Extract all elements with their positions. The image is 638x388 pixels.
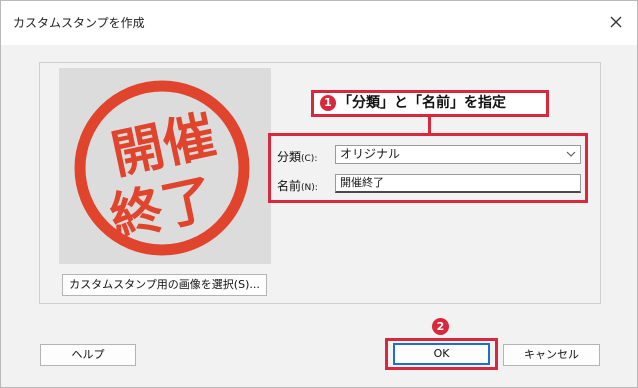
stamp-image: 開催 終了 bbox=[74, 80, 250, 256]
category-value: オリジナル bbox=[340, 147, 401, 161]
category-label: 分類(C): bbox=[277, 150, 318, 164]
callout-specify-category-name: 1 「分類」と「名前」を指定 bbox=[311, 90, 549, 117]
cancel-button[interactable]: キャンセル bbox=[503, 344, 600, 366]
name-label: 名前(N): bbox=[277, 179, 318, 193]
close-icon[interactable] bbox=[605, 11, 627, 33]
help-button[interactable]: ヘルプ bbox=[40, 344, 136, 366]
callout-number-2: 2 bbox=[432, 318, 449, 335]
select-image-button[interactable]: カスタムスタンプ用の画像を選択(S)... bbox=[62, 274, 267, 296]
ok-button[interactable]: OK bbox=[393, 343, 490, 365]
callout-number-1: 1 bbox=[320, 95, 336, 111]
callout-connector bbox=[428, 117, 431, 134]
dialog-title: カスタムスタンプを作成 bbox=[13, 16, 145, 30]
title-bar: カスタムスタンプを作成 bbox=[1, 1, 637, 45]
name-input[interactable]: 開催終了 bbox=[335, 174, 581, 193]
category-select[interactable]: オリジナル bbox=[335, 145, 581, 164]
stamp-preview: 開催 終了 bbox=[59, 68, 271, 264]
chevron-down-icon bbox=[566, 151, 576, 157]
create-custom-stamp-dialog: カスタムスタンプを作成 開催 終了 カスタムスタンプ用の画像を選択(S)... … bbox=[0, 0, 638, 388]
callout-1-text: 「分類」と「名前」を指定 bbox=[338, 95, 506, 111]
